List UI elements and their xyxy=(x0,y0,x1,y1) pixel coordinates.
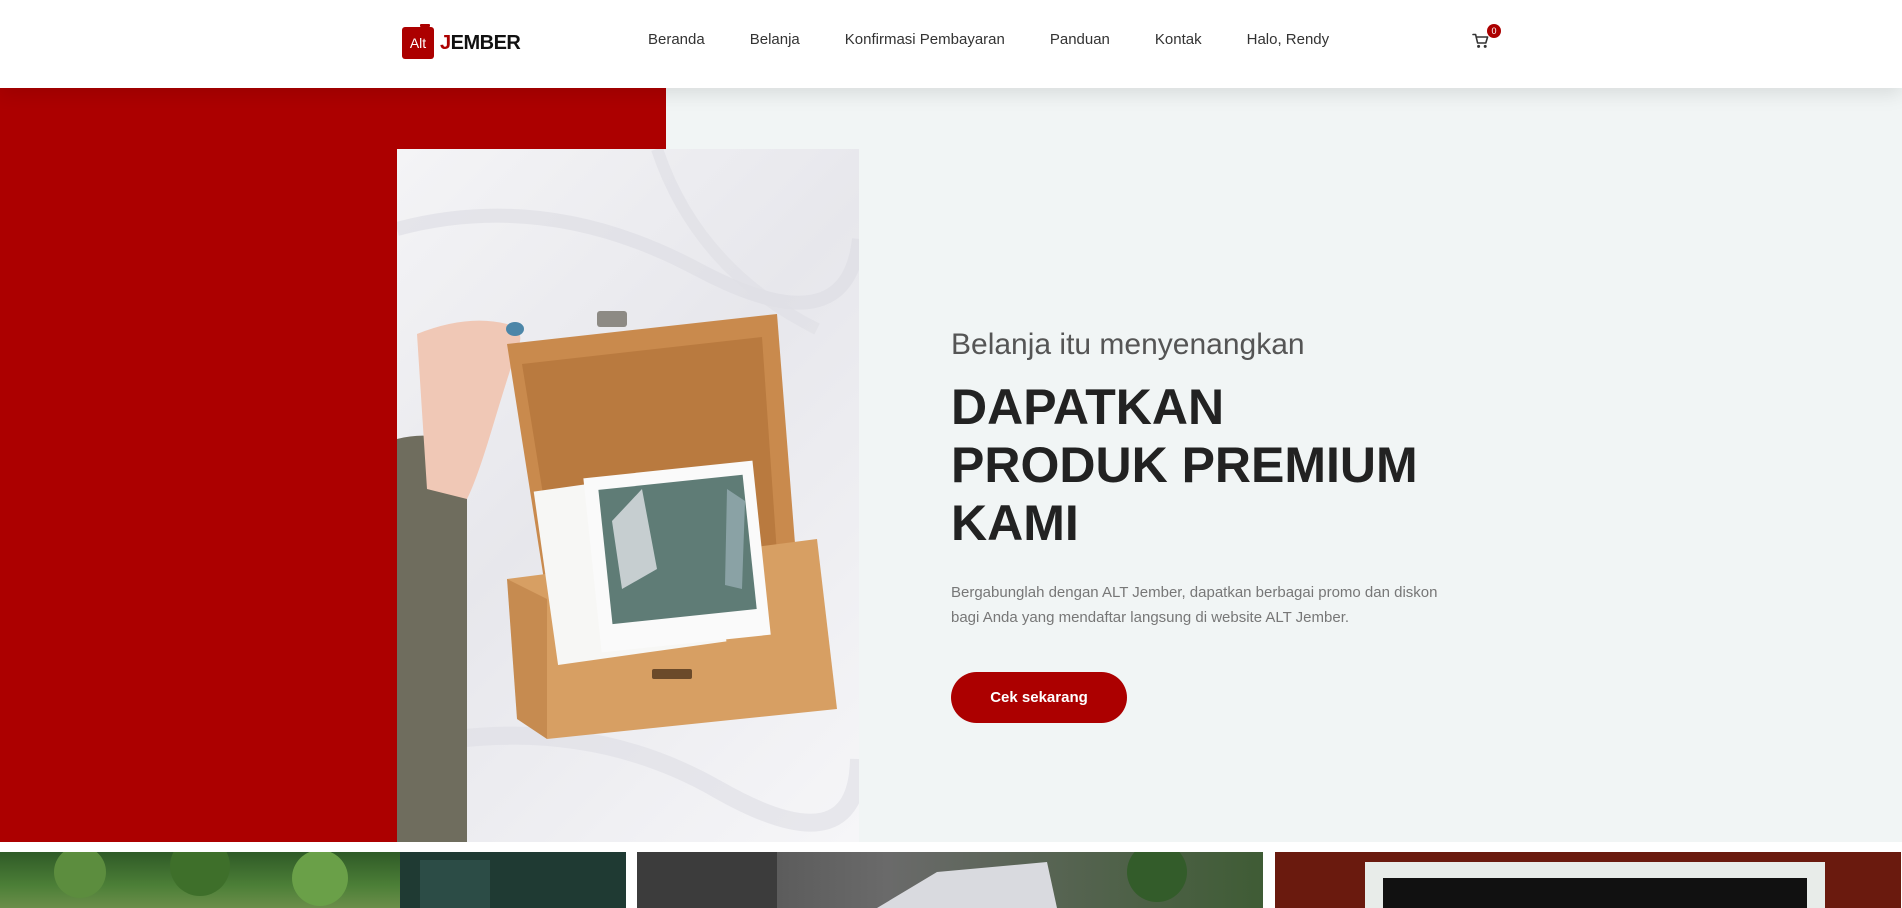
nav-item-panduan[interactable]: Panduan xyxy=(1050,31,1110,48)
cek-sekarang-button[interactable]: Cek sekarang xyxy=(951,672,1127,723)
logo-word-rest: EMBER xyxy=(450,31,521,54)
nav-item-user-greeting[interactable]: Halo, Rendy xyxy=(1247,31,1330,48)
nav-item-konfirmasi-pembayaran[interactable]: Konfirmasi Pembayaran xyxy=(845,31,1005,48)
cart-icon[interactable] xyxy=(1472,33,1490,49)
main-nav: Beranda Belanja Konfirmasi Pembayaran Pa… xyxy=(648,31,1374,48)
product-thumbnail[interactable] xyxy=(1275,852,1901,908)
logo-icon: Alt xyxy=(402,24,434,59)
hero-text-block: Belanja itu menyenangkan DAPATKAN PRODUK… xyxy=(951,328,1471,723)
hero-subtitle: Belanja itu menyenangkan xyxy=(951,328,1305,361)
nav-item-kontak[interactable]: Kontak xyxy=(1155,31,1202,48)
logo[interactable]: Alt JEMBER xyxy=(402,24,521,60)
logo-wordmark: JEMBER xyxy=(440,31,521,55)
product-thumbnail[interactable] xyxy=(0,852,626,908)
logo-word-first: J xyxy=(440,31,451,54)
featured-thumbnails xyxy=(0,852,1902,908)
hero-section: Belanja itu menyenangkan DAPATKAN PRODUK… xyxy=(0,88,1902,842)
nav-item-beranda[interactable]: Beranda xyxy=(648,31,705,48)
hero-image xyxy=(397,149,859,842)
cart-count-badge: 0 xyxy=(1487,24,1501,38)
product-thumbnail[interactable] xyxy=(637,852,1263,908)
site-header: Alt JEMBER Beranda Belanja Konfirmasi Pe… xyxy=(0,0,1902,88)
nav-item-belanja[interactable]: Belanja xyxy=(750,31,800,48)
hero-description: Bergabunglah dengan ALT Jember, dapatkan… xyxy=(951,584,1438,626)
logo-box-text: Alt xyxy=(409,35,427,51)
hero-title: DAPATKAN PRODUK PREMIUM KAMI xyxy=(951,379,1418,551)
